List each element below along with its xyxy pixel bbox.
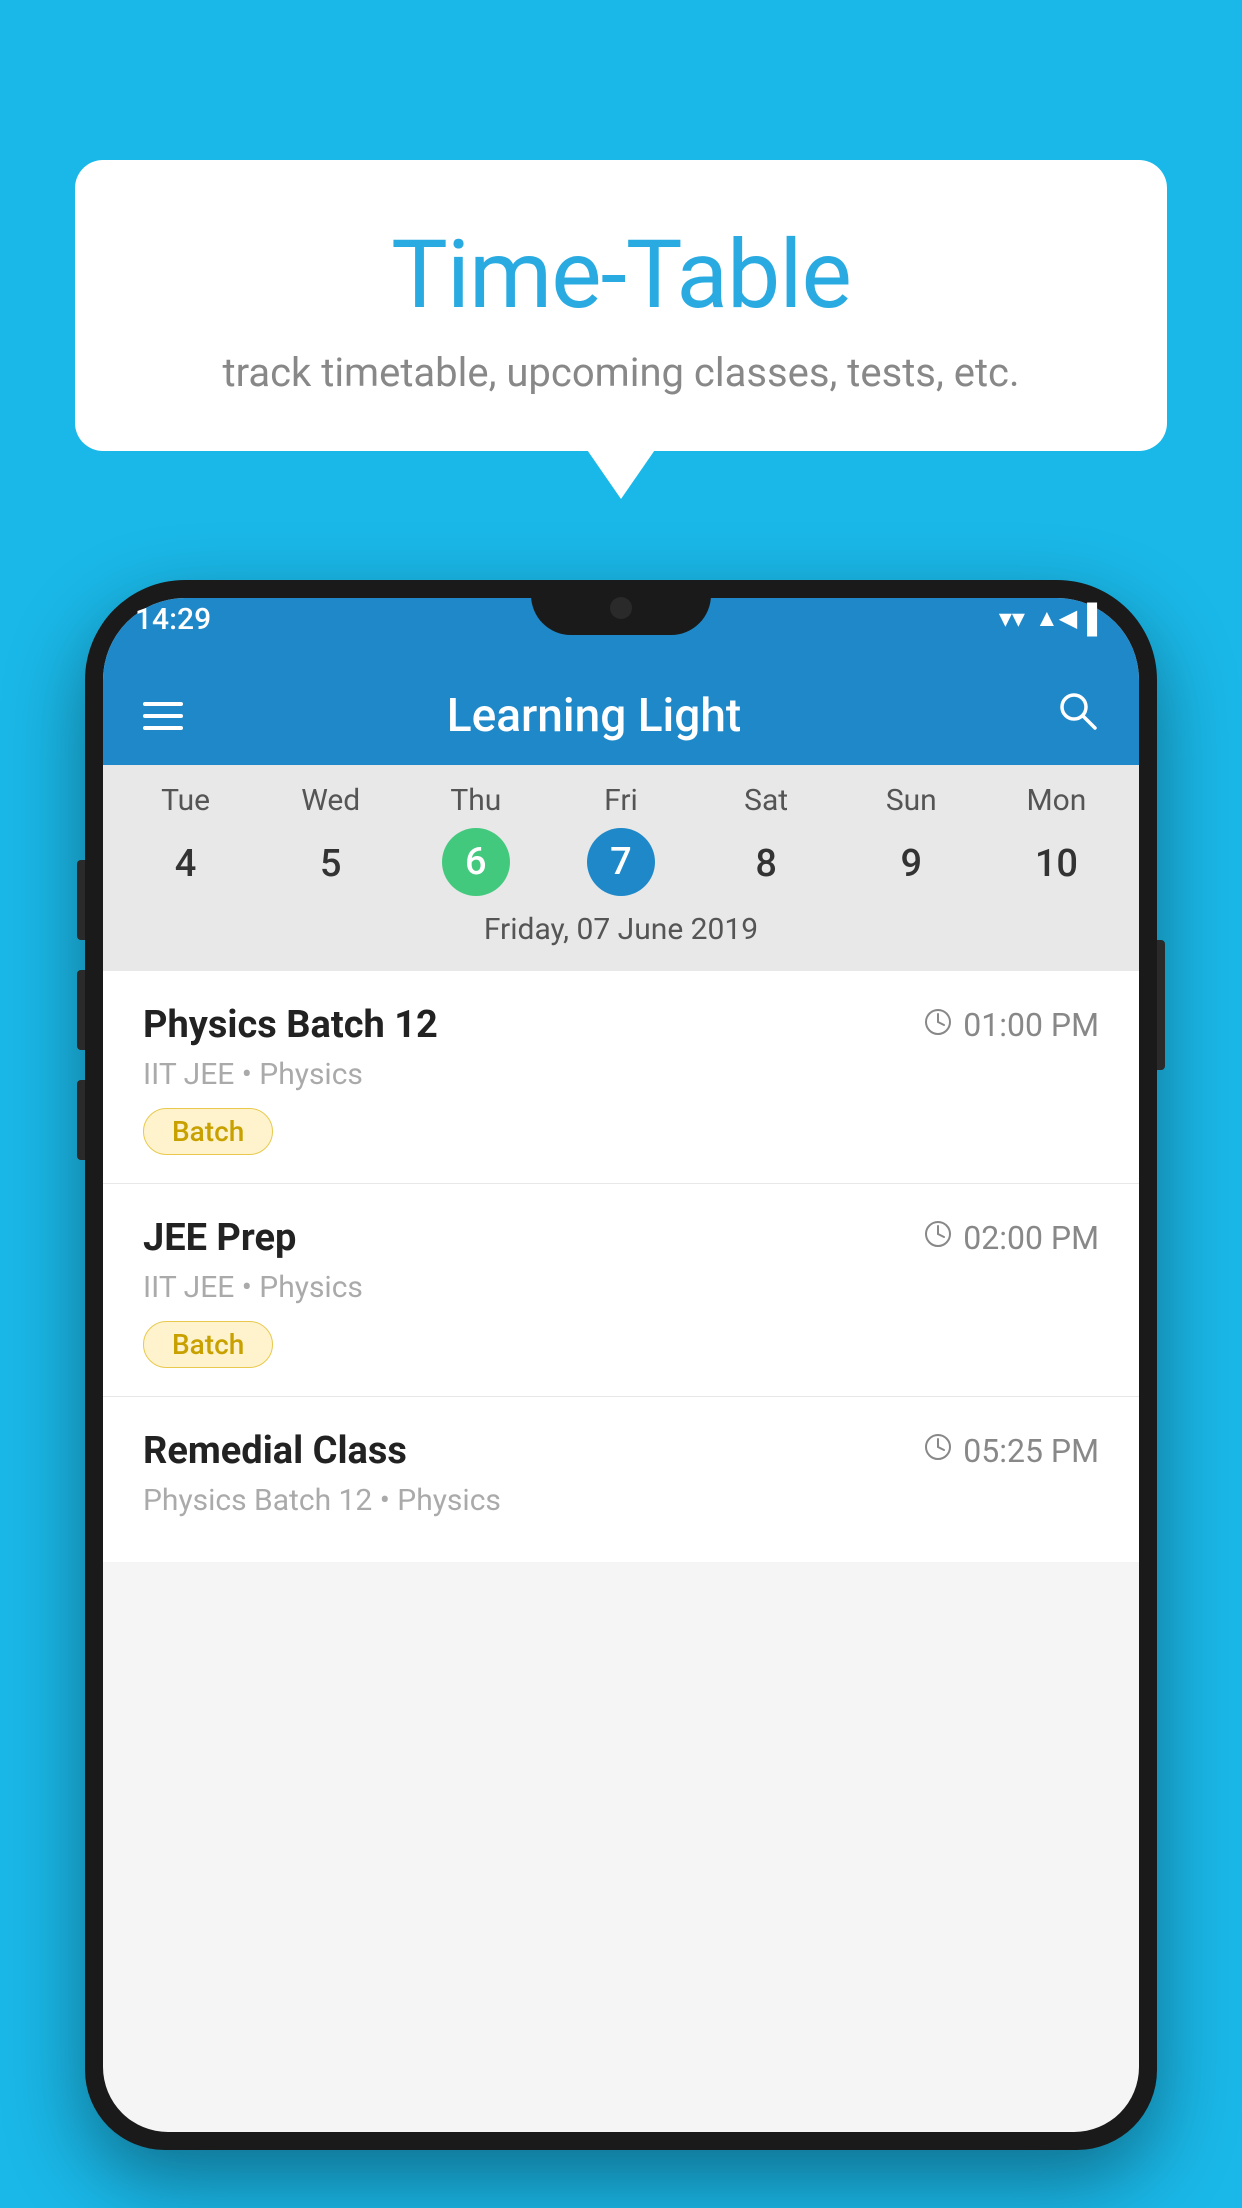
day-thu: Thu (403, 783, 548, 818)
bubble-subtitle: track timetable, upcoming classes, tests… (155, 349, 1087, 396)
clock-icon-2 (923, 1219, 953, 1257)
date-7-selected[interactable]: 7 (587, 828, 655, 896)
day-headers: Tue Wed Thu Fri Sat Sun Mon (103, 783, 1139, 818)
date-8[interactable]: 8 (694, 828, 839, 900)
phone-outer: 14:29 ▾▾ ▲◀ ▌ Learning Light (85, 580, 1157, 2150)
schedule-item-2-time: 02:00 PM (923, 1219, 1099, 1257)
side-button-vol-up (77, 860, 85, 940)
schedule-item-2-title: JEE Prep (143, 1216, 296, 1260)
schedule-item-3-header: Remedial Class 05:25 PM (143, 1429, 1099, 1473)
schedule-item-3[interactable]: Remedial Class 05:25 PM (103, 1397, 1139, 1562)
schedule-item-2-header: JEE Prep 02:00 PM (143, 1216, 1099, 1260)
schedule-item-1-title: Physics Batch 12 (143, 1003, 438, 1047)
speech-bubble-container: Time-Table track timetable, upcoming cla… (75, 160, 1167, 451)
schedule-item-3-time: 05:25 PM (923, 1432, 1099, 1470)
side-button-extra (77, 1080, 85, 1160)
selected-date-label: Friday, 07 June 2019 (103, 900, 1139, 963)
schedule-item-2-meta: IIT JEE • Physics (143, 1270, 1099, 1305)
app-title: Learning Light (133, 689, 1055, 743)
day-tue: Tue (113, 783, 258, 818)
date-6-today[interactable]: 6 (442, 828, 510, 896)
bubble-title: Time-Table (155, 220, 1087, 331)
schedule-item-1-meta: IIT JEE • Physics (143, 1057, 1099, 1092)
side-button-vol-down (77, 970, 85, 1050)
clock-icon-3 (923, 1432, 953, 1470)
day-fri: Fri (548, 783, 693, 818)
notch (531, 580, 711, 635)
schedule-item-1-header: Physics Batch 12 01:00 PM (143, 1003, 1099, 1047)
day-wed: Wed (258, 783, 403, 818)
schedule-item-3-title: Remedial Class (143, 1429, 407, 1473)
date-10[interactable]: 10 (984, 828, 1129, 900)
wifi-icon: ▾▾ (999, 604, 1025, 634)
camera (610, 597, 632, 619)
day-sun: Sun (839, 783, 984, 818)
schedule-list: Physics Batch 12 01:00 PM (103, 971, 1139, 1562)
day-sat: Sat (694, 783, 839, 818)
calendar-strip: Tue Wed Thu Fri Sat Sun Mon 4 5 6 7 8 9 … (103, 765, 1139, 971)
date-5[interactable]: 5 (258, 828, 403, 900)
phone-container: 14:29 ▾▾ ▲◀ ▌ Learning Light (85, 580, 1157, 2208)
date-4[interactable]: 4 (113, 828, 258, 900)
schedule-item-1-badge: Batch (143, 1108, 273, 1155)
day-numbers: 4 5 6 7 8 9 10 (103, 828, 1139, 900)
day-mon: Mon (984, 783, 1129, 818)
schedule-item-1[interactable]: Physics Batch 12 01:00 PM (103, 971, 1139, 1184)
status-icons: ▾▾ ▲◀ ▌ (999, 602, 1107, 635)
schedule-item-2[interactable]: JEE Prep 02:00 PM (103, 1184, 1139, 1397)
date-9[interactable]: 9 (839, 828, 984, 900)
schedule-item-2-badge: Batch (143, 1321, 273, 1368)
signal-icon: ▲◀ (1035, 604, 1077, 633)
status-time: 14:29 (135, 602, 211, 637)
side-button-power (1157, 940, 1165, 1070)
phone-screen: Learning Light Tue Wed Thu Fri Sat Sun (103, 598, 1139, 2132)
battery-icon: ▌ (1087, 602, 1107, 635)
speech-bubble: Time-Table track timetable, upcoming cla… (75, 160, 1167, 451)
clock-icon-1 (923, 1007, 953, 1044)
schedule-item-3-meta: Physics Batch 12 • Physics (143, 1483, 1099, 1518)
schedule-item-1-time: 01:00 PM (923, 1006, 1099, 1044)
search-icon[interactable] (1055, 688, 1099, 743)
